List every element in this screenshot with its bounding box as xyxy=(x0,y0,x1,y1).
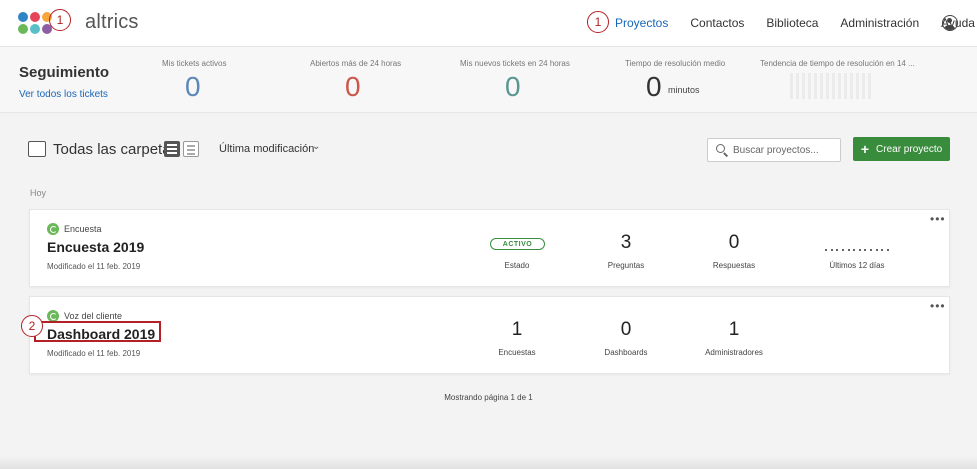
stat-label-open-24h: Abiertos más de 24 horas xyxy=(310,59,402,68)
project-type: Encuesta xyxy=(47,223,102,235)
project-title[interactable]: Encuesta 2019 xyxy=(47,239,144,255)
more-options-icon[interactable]: ••• xyxy=(930,299,946,313)
nav-contactos[interactable]: Contactos xyxy=(690,16,744,30)
tracking-banner: Seguimiento Ver todos los tickets Mis ti… xyxy=(0,47,977,113)
resolution-trend-sparkbars xyxy=(790,73,871,99)
create-project-button[interactable]: + Crear proyecto xyxy=(853,137,950,161)
project-type-label: Voz del cliente xyxy=(64,311,123,321)
project-type-label: Encuesta xyxy=(64,224,102,234)
annotation-highlight-box xyxy=(34,321,161,342)
metric-dashboards-label: Dashboards xyxy=(604,348,648,357)
more-options-icon[interactable]: ••• xyxy=(930,212,946,226)
stat-label-active: Mis tickets activos xyxy=(162,59,227,68)
status-label: Estado xyxy=(504,261,530,270)
metric-responses-value: 0 xyxy=(728,232,740,253)
pagination-info: Mostrando página 1 de 1 xyxy=(444,393,533,402)
chevron-down-icon[interactable]: ⌄ xyxy=(312,141,320,152)
nav-proyectos[interactable]: Proyectos xyxy=(615,16,668,30)
stat-value-resolution-time[interactable]: 0 xyxy=(646,71,662,103)
metric-surveys-value: 1 xyxy=(511,319,523,340)
nav-administracion[interactable]: Administración xyxy=(840,16,919,30)
logo[interactable]: altrics xyxy=(18,11,139,34)
status-badge: ACTIVO xyxy=(490,238,545,250)
metric-admins-label: Administradores xyxy=(705,348,763,357)
sort-dropdown[interactable]: Última modificación xyxy=(219,143,314,155)
folder-icon[interactable] xyxy=(28,141,46,157)
stat-label-resolution-time: Tiempo de resolución medio xyxy=(625,59,726,68)
metric-questions-value: 3 xyxy=(620,232,632,253)
page-bottom-edge xyxy=(0,456,977,469)
metric-responses-label: Respuestas xyxy=(712,261,756,270)
list-view-icon[interactable] xyxy=(183,141,199,157)
project-card-encuesta-2019[interactable]: Encuesta Encuesta 2019 Modificado el 11 … xyxy=(29,209,950,287)
annotation-marker-1: 1 xyxy=(49,9,71,31)
plus-icon: + xyxy=(860,141,870,157)
metric-surveys-label: Encuestas xyxy=(498,348,536,357)
stat-value-new-24h[interactable]: 0 xyxy=(505,71,521,103)
annotation-marker-2: 2 xyxy=(21,315,43,337)
project-modified: Modificado el 11 feb. 2019 xyxy=(47,349,141,358)
project-modified: Modificado el 11 feb. 2019 xyxy=(47,262,141,271)
survey-type-icon xyxy=(47,223,59,235)
top-navigation: altrics 1 1 Proyectos Contactos Bibliote… xyxy=(0,0,977,47)
main-nav: Proyectos Contactos Biblioteca Administr… xyxy=(589,16,977,30)
trend-label: Últimos 12 días xyxy=(829,261,885,270)
search-input[interactable] xyxy=(733,143,837,158)
logo-dots-icon xyxy=(18,11,52,34)
nav-biblioteca[interactable]: Biblioteca xyxy=(766,16,818,30)
stat-value-active[interactable]: 0 xyxy=(185,71,201,103)
search-icon xyxy=(716,144,725,153)
response-trend-sparkline xyxy=(825,249,889,253)
logo-text: altrics xyxy=(85,11,139,33)
user-circle-icon[interactable] xyxy=(942,15,958,31)
stat-label-resolution-trend: Tendencia de tiempo de resolución en 14 … xyxy=(760,59,915,68)
metric-dashboards-value: 0 xyxy=(620,319,632,340)
section-label-today: Hoy xyxy=(30,188,47,198)
stat-value-open-24h[interactable]: 0 xyxy=(345,71,361,103)
metric-questions-label: Preguntas xyxy=(607,261,645,270)
view-all-tickets-link[interactable]: Ver todos los tickets xyxy=(19,89,108,100)
search-box[interactable] xyxy=(707,138,841,162)
stat-unit-minutes: minutos xyxy=(668,85,700,95)
stat-label-new-24h: Mis nuevos tickets en 24 horas xyxy=(460,59,570,68)
all-folders-label[interactable]: Todas las carpetas xyxy=(53,141,178,158)
create-project-label: Crear proyecto xyxy=(876,143,943,155)
tracking-title: Seguimiento xyxy=(19,64,110,81)
metric-admins-value: 1 xyxy=(728,319,740,340)
card-view-icon[interactable] xyxy=(164,141,180,157)
project-card-dashboard-2019[interactable]: Voz del cliente Dashboard 2019 2 Modific… xyxy=(21,296,950,374)
